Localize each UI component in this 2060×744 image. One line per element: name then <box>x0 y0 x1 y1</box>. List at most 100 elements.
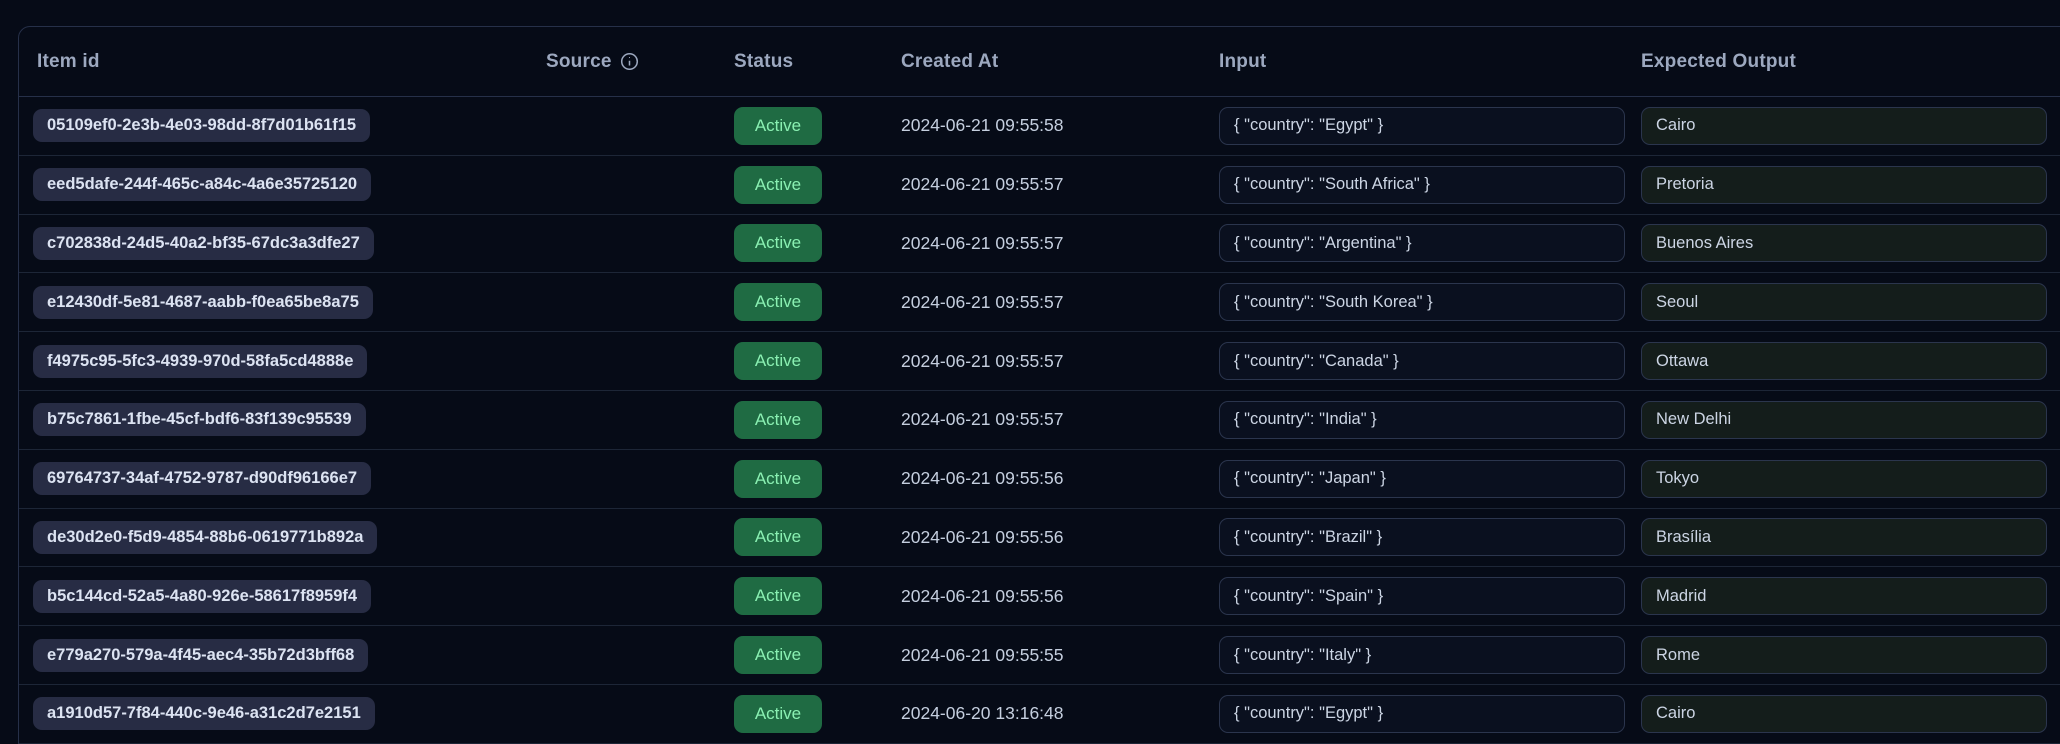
expected-output-box: New Delhi <box>1641 401 2047 439</box>
item-id-cell: 05109ef0-2e3b-4e03-98dd-8f7d01b61f15 <box>19 109 546 142</box>
status-cell: Active <box>734 460 901 498</box>
expected-output-text: New Delhi <box>1656 410 1731 429</box>
item-id-cell: f4975c95-5fc3-4939-970d-58fa5cd4888e <box>19 345 546 378</box>
expected-output-text: Seoul <box>1656 293 1698 312</box>
table-row[interactable]: f4975c95-5fc3-4939-970d-58fa5cd4888e Act… <box>19 332 2060 391</box>
item-id-pill[interactable]: 69764737-34af-4752-9787-d90df96166e7 <box>33 462 371 495</box>
item-id-cell: a1910d57-7f84-440c-9e46-a31c2d7e2151 <box>19 697 546 730</box>
table-row[interactable]: b75c7861-1fbe-45cf-bdf6-83f139c95539 Act… <box>19 391 2060 450</box>
status-cell: Active <box>734 636 901 674</box>
created-at-cell: 2024-06-21 09:55:57 <box>901 233 1219 254</box>
input-value-text: { "country": "South Africa" } <box>1234 175 1430 194</box>
created-at-text: 2024-06-21 09:55:57 <box>901 292 1064 312</box>
header-label-status: Status <box>734 51 793 73</box>
created-at-cell: 2024-06-21 09:55:55 <box>901 645 1219 666</box>
header-cell-item-id: Item id <box>19 51 546 73</box>
expected-output-cell: Cairo <box>1641 107 2060 145</box>
header-label-item-id: Item id <box>37 51 100 73</box>
item-id-pill[interactable]: b5c144cd-52a5-4a80-926e-58617f8959f4 <box>33 580 371 613</box>
input-cell: { "country": "Japan" } <box>1219 460 1641 498</box>
item-id-pill[interactable]: e779a270-579a-4f45-aec4-35b72d3bff68 <box>33 639 368 672</box>
input-value-box: { "country": "Canada" } <box>1219 342 1625 380</box>
input-cell: { "country": "Egypt" } <box>1219 107 1641 145</box>
input-value-box: { "country": "South Korea" } <box>1219 283 1625 321</box>
expected-output-text: Cairo <box>1656 704 1695 723</box>
input-value-text: { "country": "South Korea" } <box>1234 293 1433 312</box>
table-row[interactable]: c702838d-24d5-40a2-bf35-67dc3a3dfe27 Act… <box>19 215 2060 274</box>
status-badge: Active <box>734 283 822 321</box>
item-id-pill[interactable]: b75c7861-1fbe-45cf-bdf6-83f139c95539 <box>33 403 366 436</box>
created-at-cell: 2024-06-21 09:55:57 <box>901 174 1219 195</box>
table-row[interactable]: 05109ef0-2e3b-4e03-98dd-8f7d01b61f15 Act… <box>19 97 2060 156</box>
input-value-text: { "country": "Spain" } <box>1234 587 1383 606</box>
header-label-source: Source <box>546 51 612 73</box>
created-at-cell: 2024-06-21 09:55:57 <box>901 351 1219 372</box>
header-cell-created-at: Created At <box>901 51 1219 73</box>
item-id-pill[interactable]: a1910d57-7f84-440c-9e46-a31c2d7e2151 <box>33 697 375 730</box>
expected-output-text: Buenos Aires <box>1656 234 1753 253</box>
header-cell-status: Status <box>734 51 901 73</box>
created-at-text: 2024-06-20 13:16:48 <box>901 703 1064 723</box>
header-cell-source: Source <box>546 51 734 73</box>
input-value-box: { "country": "Brazil" } <box>1219 518 1625 556</box>
table-body: 05109ef0-2e3b-4e03-98dd-8f7d01b61f15 Act… <box>19 97 2060 744</box>
input-value-text: { "country": "India" } <box>1234 410 1377 429</box>
item-id-cell: e12430df-5e81-4687-aabb-f0ea65be8a75 <box>19 286 546 319</box>
table-row[interactable]: e779a270-579a-4f45-aec4-35b72d3bff68 Act… <box>19 626 2060 685</box>
created-at-text: 2024-06-21 09:55:57 <box>901 174 1064 194</box>
table-row[interactable]: de30d2e0-f5d9-4854-88b6-0619771b892a Act… <box>19 509 2060 568</box>
created-at-cell: 2024-06-21 09:55:58 <box>901 115 1219 136</box>
item-id-cell: c702838d-24d5-40a2-bf35-67dc3a3dfe27 <box>19 227 546 260</box>
status-cell: Active <box>734 695 901 733</box>
created-at-cell: 2024-06-21 09:55:56 <box>901 468 1219 489</box>
input-value-box: { "country": "Egypt" } <box>1219 695 1625 733</box>
input-value-text: { "country": "Argentina" } <box>1234 234 1412 253</box>
input-cell: { "country": "Egypt" } <box>1219 695 1641 733</box>
status-cell: Active <box>734 107 901 145</box>
input-value-box: { "country": "Egypt" } <box>1219 107 1625 145</box>
input-value-box: { "country": "South Africa" } <box>1219 166 1625 204</box>
header-label-expected-output: Expected Output <box>1641 51 1796 73</box>
item-id-pill[interactable]: eed5dafe-244f-465c-a84c-4a6e35725120 <box>33 168 371 201</box>
expected-output-box: Rome <box>1641 636 2047 674</box>
item-id-cell: eed5dafe-244f-465c-a84c-4a6e35725120 <box>19 168 546 201</box>
item-id-pill[interactable]: f4975c95-5fc3-4939-970d-58fa5cd4888e <box>33 345 367 378</box>
expected-output-box: Pretoria <box>1641 166 2047 204</box>
status-badge: Active <box>734 401 822 439</box>
input-cell: { "country": "Spain" } <box>1219 577 1641 615</box>
status-cell: Active <box>734 518 901 556</box>
table-row[interactable]: b5c144cd-52a5-4a80-926e-58617f8959f4 Act… <box>19 567 2060 626</box>
expected-output-text: Madrid <box>1656 587 1706 606</box>
item-id-pill[interactable]: de30d2e0-f5d9-4854-88b6-0619771b892a <box>33 521 377 554</box>
table-row[interactable]: a1910d57-7f84-440c-9e46-a31c2d7e2151 Act… <box>19 685 2060 744</box>
item-id-pill[interactable]: 05109ef0-2e3b-4e03-98dd-8f7d01b61f15 <box>33 109 370 142</box>
expected-output-box: Ottawa <box>1641 342 2047 380</box>
input-cell: { "country": "Canada" } <box>1219 342 1641 380</box>
item-id-cell: 69764737-34af-4752-9787-d90df96166e7 <box>19 462 546 495</box>
input-value-box: { "country": "Argentina" } <box>1219 224 1625 262</box>
dataset-items-table: Item id Source Status Created At Input E… <box>18 26 2060 744</box>
input-value-text: { "country": "Egypt" } <box>1234 704 1383 723</box>
input-value-text: { "country": "Egypt" } <box>1234 116 1383 135</box>
created-at-cell: 2024-06-21 09:55:57 <box>901 292 1219 313</box>
expected-output-text: Tokyo <box>1656 469 1699 488</box>
expected-output-cell: Madrid <box>1641 577 2060 615</box>
table-row[interactable]: 69764737-34af-4752-9787-d90df96166e7 Act… <box>19 450 2060 509</box>
input-value-box: { "country": "Italy" } <box>1219 636 1625 674</box>
item-id-pill[interactable]: c702838d-24d5-40a2-bf35-67dc3a3dfe27 <box>33 227 374 260</box>
table-row[interactable]: eed5dafe-244f-465c-a84c-4a6e35725120 Act… <box>19 156 2060 215</box>
source-info-icon[interactable] <box>620 52 639 71</box>
expected-output-cell: Buenos Aires <box>1641 224 2060 262</box>
input-value-box: { "country": "Japan" } <box>1219 460 1625 498</box>
table-header: Item id Source Status Created At Input E… <box>19 27 2060 97</box>
created-at-cell: 2024-06-21 09:55:56 <box>901 586 1219 607</box>
input-value-text: { "country": "Canada" } <box>1234 352 1399 371</box>
expected-output-text: Rome <box>1656 646 1700 665</box>
created-at-cell: 2024-06-20 13:16:48 <box>901 703 1219 724</box>
table-row[interactable]: e12430df-5e81-4687-aabb-f0ea65be8a75 Act… <box>19 273 2060 332</box>
input-cell: { "country": "Brazil" } <box>1219 518 1641 556</box>
input-value-box: { "country": "Spain" } <box>1219 577 1625 615</box>
item-id-pill[interactable]: e12430df-5e81-4687-aabb-f0ea65be8a75 <box>33 286 373 319</box>
status-badge: Active <box>734 107 822 145</box>
status-badge: Active <box>734 342 822 380</box>
